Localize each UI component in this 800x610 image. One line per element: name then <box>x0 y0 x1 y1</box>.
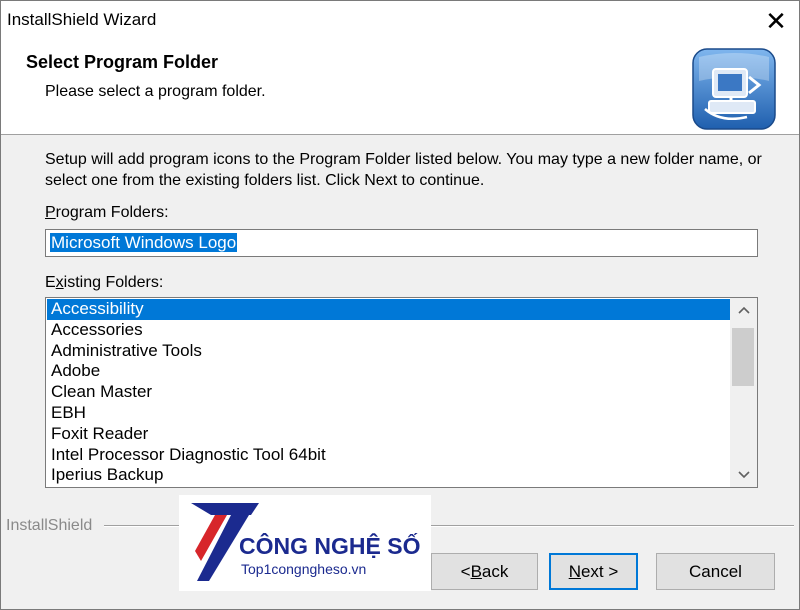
window-title: InstallShield Wizard <box>7 10 157 29</box>
instructions-text: Setup will add program icons to the Prog… <box>45 151 762 189</box>
back-label-prefix: < <box>460 561 471 581</box>
next-label-rest: ext > <box>580 561 619 581</box>
list-item[interactable]: Intel Processor Diagnostic Tool 64bit <box>47 445 730 466</box>
program-folder-value: Microsoft Windows Logo <box>50 233 238 252</box>
page-subtitle: Please select a program folder. <box>45 83 266 100</box>
list-item[interactable]: Clean Master <box>47 382 730 403</box>
wizard-header: Select Program Folder Please select a pr… <box>1 41 799 135</box>
list-item[interactable]: Foxit Reader <box>47 424 730 445</box>
next-button[interactable]: Next > <box>549 553 638 590</box>
installshield-wizard-window: InstallShield Wizard ✕ Select Program Fo… <box>0 0 800 610</box>
scroll-thumb[interactable] <box>732 328 754 386</box>
program-folders-label: Program Folders: <box>45 204 169 222</box>
cancel-button[interactable]: Cancel <box>656 553 775 590</box>
back-button[interactable]: < Back <box>431 553 538 590</box>
list-item[interactable]: Administrative Tools <box>47 341 730 362</box>
page-title: Select Program Folder <box>26 52 219 72</box>
label-text: rogram Folders: <box>55 204 169 221</box>
label-text: E <box>45 274 56 291</box>
list-items: Accessibility Accessories Administrative T… <box>47 299 730 486</box>
existing-folders-list[interactable]: Accessibility Accessories Administrative T… <box>45 297 758 488</box>
scroll-down-button[interactable] <box>730 463 757 487</box>
accelerator-key: P <box>45 204 56 221</box>
accelerator-key: B <box>470 561 482 581</box>
title-bar: InstallShield Wizard ✕ <box>1 1 799 41</box>
close-icon: ✕ <box>765 5 787 36</box>
list-item[interactable]: EBH <box>47 403 730 424</box>
list-item[interactable]: Iperius Backup <box>47 465 730 486</box>
chevron-up-icon <box>737 306 750 314</box>
watermark-url: Top1congngheso.vn <box>241 561 367 577</box>
back-label-rest: ack <box>481 561 509 581</box>
watermark-overlay: CÔNG NGHỆ SỐ Top1congngheso.vn <box>179 495 431 591</box>
close-button[interactable]: ✕ <box>753 1 799 41</box>
installshield-brand-label: InstallShield <box>6 517 93 534</box>
program-folder-input[interactable]: Microsoft Windows Logo <box>45 229 758 257</box>
accelerator-key: x <box>55 274 64 291</box>
watermark-brand: CÔNG NGHỆ SỐ <box>239 533 421 559</box>
list-item[interactable]: Accessibility <box>47 299 730 320</box>
scroll-up-button[interactable] <box>730 298 757 322</box>
installer-computer-icon <box>692 48 776 130</box>
vertical-scrollbar[interactable] <box>730 298 757 487</box>
chevron-down-icon <box>737 471 750 479</box>
existing-folders-label: Existing Folders: <box>45 274 163 292</box>
accelerator-key: N <box>568 561 581 581</box>
list-item[interactable]: Adobe <box>47 361 730 382</box>
list-item[interactable]: Accessories <box>47 320 730 341</box>
label-text: isting Folders: <box>63 274 164 291</box>
